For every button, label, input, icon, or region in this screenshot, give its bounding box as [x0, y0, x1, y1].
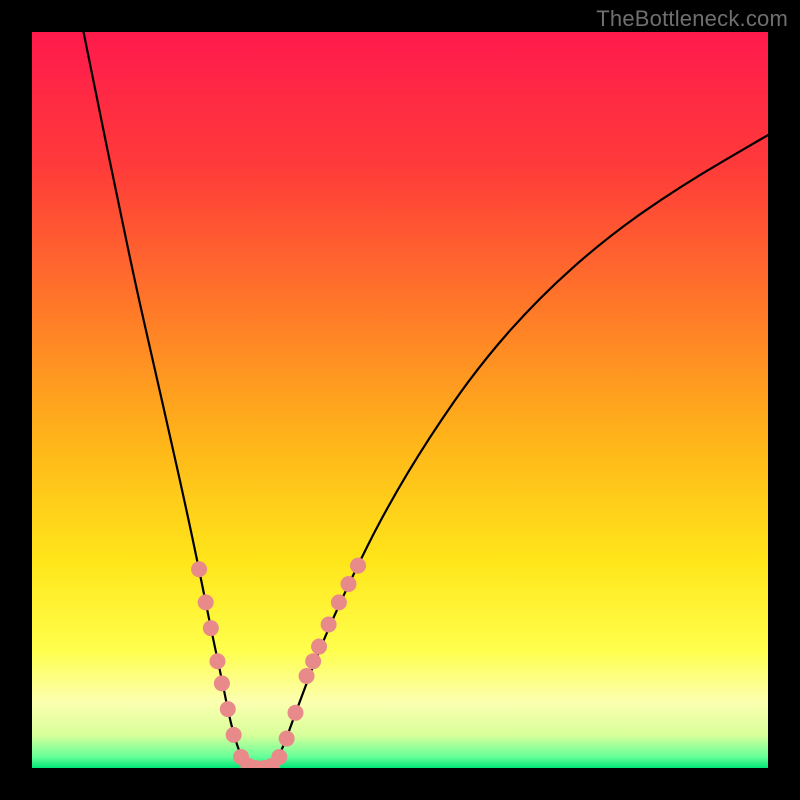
curves-layer — [32, 32, 768, 768]
marker-dot — [191, 561, 207, 577]
chart-frame: TheBottleneck.com — [0, 0, 800, 800]
marker-dot — [340, 576, 356, 592]
marker-dot — [350, 558, 366, 574]
series-left-curve — [84, 32, 253, 768]
marker-dot — [203, 620, 219, 636]
marker-dot — [287, 705, 303, 721]
plot-area — [32, 32, 768, 768]
marker-dot — [198, 594, 214, 610]
marker-dot — [271, 749, 287, 765]
series-right-curve — [268, 135, 768, 768]
marker-dot — [331, 594, 347, 610]
marker-dot — [279, 731, 295, 747]
marker-dot — [299, 668, 315, 684]
marker-dot — [311, 639, 327, 655]
marker-dot — [321, 616, 337, 632]
marker-dot — [214, 675, 230, 691]
marker-dot — [220, 701, 236, 717]
marker-dot — [226, 727, 242, 743]
watermark-label: TheBottleneck.com — [596, 6, 788, 32]
marker-dot — [305, 653, 321, 669]
marker-dot — [209, 653, 225, 669]
